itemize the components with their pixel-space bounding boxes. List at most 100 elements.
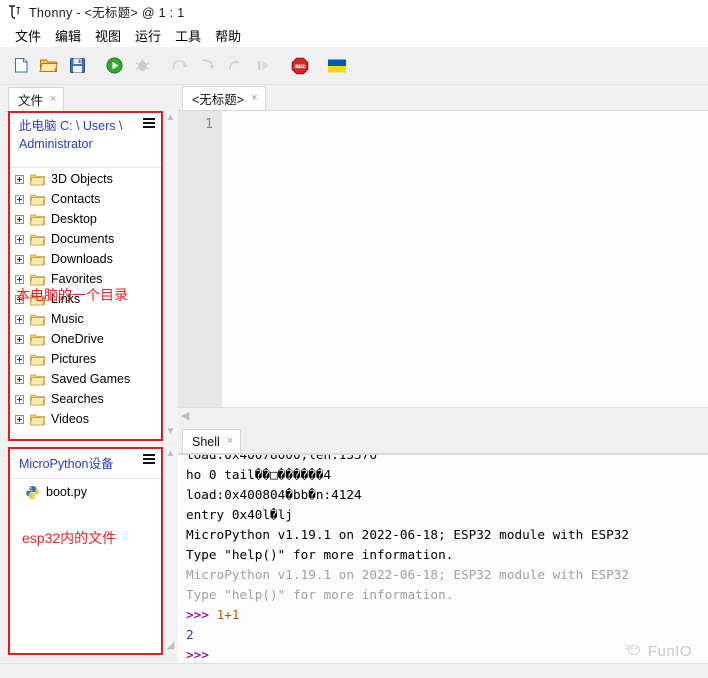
scroll-up-icon[interactable]: ▲ bbox=[163, 111, 178, 125]
expander-icon[interactable] bbox=[15, 355, 24, 364]
folder-icon bbox=[30, 193, 45, 206]
expander-icon[interactable] bbox=[15, 215, 24, 224]
close-icon[interactable]: × bbox=[50, 94, 56, 105]
editor-horizontal-scrollbar[interactable]: ◀ bbox=[178, 407, 708, 423]
tab-shell[interactable]: Shell × bbox=[182, 429, 241, 453]
device-file-bootpy[interactable]: boot.py bbox=[9, 482, 162, 502]
stop-icon[interactable]: STOP bbox=[288, 54, 312, 78]
hamburger-icon[interactable] bbox=[143, 454, 155, 464]
editor-tabstrip: <无标题> × bbox=[178, 85, 708, 111]
ukraine-flag-icon[interactable] bbox=[325, 54, 349, 78]
expander-icon[interactable] bbox=[15, 335, 24, 344]
resize-grip-icon[interactable]: ◢ bbox=[163, 639, 178, 653]
folder-icon bbox=[30, 393, 45, 406]
folder-icon bbox=[30, 333, 45, 346]
code-editor[interactable]: 1 bbox=[178, 111, 708, 407]
scroll-down-icon[interactable]: ▼ bbox=[163, 425, 178, 439]
right-panel: <无标题> × 1 ◀ Shell × load:0x40078000,len:… bbox=[178, 85, 708, 678]
save-file-icon[interactable] bbox=[65, 54, 89, 78]
tree-item-music[interactable]: Music bbox=[9, 309, 162, 329]
expander-icon[interactable] bbox=[15, 295, 24, 304]
code-text-area[interactable] bbox=[222, 111, 708, 407]
shell-text: 2 bbox=[186, 627, 194, 642]
hamburger-icon[interactable] bbox=[143, 118, 155, 128]
shell-text: load:0x400804�bb�n:4124 bbox=[186, 487, 362, 502]
left-panel: 文件 × 此电脑 C: \ Users \ Administrator 3D O… bbox=[0, 85, 172, 663]
tree-item-links[interactable]: Links bbox=[9, 289, 162, 309]
step-over-icon bbox=[167, 54, 191, 78]
expander-icon[interactable] bbox=[15, 395, 24, 404]
expander-icon[interactable] bbox=[15, 415, 24, 424]
file-tree-scrollbar[interactable]: ▲ ▼ bbox=[163, 111, 178, 441]
tree-item-documents[interactable]: Documents bbox=[9, 229, 162, 249]
tree-item-label: Documents bbox=[51, 232, 114, 246]
open-file-icon[interactable] bbox=[37, 54, 61, 78]
thonny-window: Thonny - <无标题> @ 1 : 1 文件 编辑 视图 运行 工具 帮助 bbox=[0, 0, 708, 678]
tree-item-contacts[interactable]: Contacts bbox=[9, 189, 162, 209]
shell-text: MicroPython v1.19.1 on 2022-06-18; ESP32… bbox=[186, 527, 629, 542]
left-tabstrip: 文件 × bbox=[0, 85, 172, 111]
device-panel-scrollbar[interactable]: ▲ ◢ bbox=[163, 447, 178, 655]
tab-files-label: 文件 bbox=[18, 90, 43, 109]
tree-item-label: Downloads bbox=[51, 252, 113, 266]
expander-icon[interactable] bbox=[15, 235, 24, 244]
resume-icon bbox=[251, 54, 275, 78]
python-file-icon bbox=[25, 485, 40, 500]
toolbar: STOP bbox=[0, 47, 708, 85]
tree-item-searches[interactable]: Searches bbox=[9, 389, 162, 409]
shell-output[interactable]: load:0x40078000,len:13576 ho 0 tail��□���… bbox=[178, 454, 708, 678]
run-icon[interactable] bbox=[102, 54, 126, 78]
shell-line: Type "help()" for more information. bbox=[186, 545, 708, 565]
funio-watermark-label: FunIO bbox=[648, 643, 692, 660]
expander-icon[interactable] bbox=[15, 315, 24, 324]
menu-edit[interactable]: 编辑 bbox=[48, 24, 88, 47]
tab-untitled-label: <无标题> bbox=[192, 89, 244, 108]
tree-item-onedrive[interactable]: OneDrive bbox=[9, 329, 162, 349]
expander-icon[interactable] bbox=[15, 375, 24, 384]
menu-run[interactable]: 运行 bbox=[128, 24, 168, 47]
step-into-icon bbox=[195, 54, 219, 78]
tree-item-3d-objects[interactable]: 3D Objects bbox=[9, 169, 162, 189]
tree-item-saved-games[interactable]: Saved Games bbox=[9, 369, 162, 389]
close-icon[interactable]: × bbox=[251, 93, 257, 104]
close-icon[interactable]: × bbox=[227, 436, 233, 447]
shell-line: load:0x40078000,len:13576 bbox=[186, 454, 708, 465]
expander-icon[interactable] bbox=[15, 195, 24, 204]
tab-files[interactable]: 文件 × bbox=[8, 87, 64, 111]
tree-item-downloads[interactable]: Downloads bbox=[9, 249, 162, 269]
shell-prompt: >>> bbox=[186, 647, 217, 662]
tree-item-label: 3D Objects bbox=[51, 172, 113, 186]
scroll-up-icon[interactable]: ▲ bbox=[163, 447, 178, 461]
shell-text: MicroPython v1.19.1 on 2022-06-18; ESP32… bbox=[186, 567, 629, 582]
tree-item-label: Links bbox=[51, 292, 80, 306]
expander-icon[interactable] bbox=[15, 175, 24, 184]
new-file-icon[interactable] bbox=[9, 54, 33, 78]
folder-icon bbox=[30, 233, 45, 246]
tree-item-desktop[interactable]: Desktop bbox=[9, 209, 162, 229]
menu-view[interactable]: 视图 bbox=[88, 24, 128, 47]
scroll-left-icon[interactable]: ◀ bbox=[181, 409, 189, 422]
shell-text: load:0x40078000,len:13576 bbox=[186, 454, 377, 462]
folder-icon bbox=[30, 253, 45, 266]
tree-item-pictures[interactable]: Pictures bbox=[9, 349, 162, 369]
shell-text: Type "help()" for more information. bbox=[186, 587, 453, 602]
title-bar: Thonny - <无标题> @ 1 : 1 bbox=[0, 0, 708, 23]
menu-file[interactable]: 文件 bbox=[8, 24, 48, 47]
line-number: 1 bbox=[178, 117, 213, 132]
device-panel-header: MicroPython设备 bbox=[9, 448, 162, 479]
shell-line: ho 0 tail��□������4 bbox=[186, 465, 708, 485]
status-bar bbox=[0, 663, 708, 678]
file-tree-path: 此电脑 C: \ Users \ Administrator bbox=[19, 117, 139, 153]
expander-icon[interactable] bbox=[15, 255, 24, 264]
shell-text: 1+1 bbox=[217, 607, 240, 622]
menu-tools[interactable]: 工具 bbox=[168, 24, 208, 47]
tab-untitled[interactable]: <无标题> × bbox=[182, 86, 266, 110]
tree-item-favorites[interactable]: Favorites bbox=[9, 269, 162, 289]
shell-line: MicroPython v1.19.1 on 2022-06-18; ESP32… bbox=[186, 565, 708, 585]
menu-help[interactable]: 帮助 bbox=[208, 24, 248, 47]
tree-item-videos[interactable]: Videos bbox=[9, 409, 162, 429]
shell-line: entry 0x40l�lj bbox=[186, 505, 708, 525]
folder-icon bbox=[30, 313, 45, 326]
expander-icon[interactable] bbox=[15, 275, 24, 284]
shell-line: MicroPython v1.19.1 on 2022-06-18; ESP32… bbox=[186, 525, 708, 545]
